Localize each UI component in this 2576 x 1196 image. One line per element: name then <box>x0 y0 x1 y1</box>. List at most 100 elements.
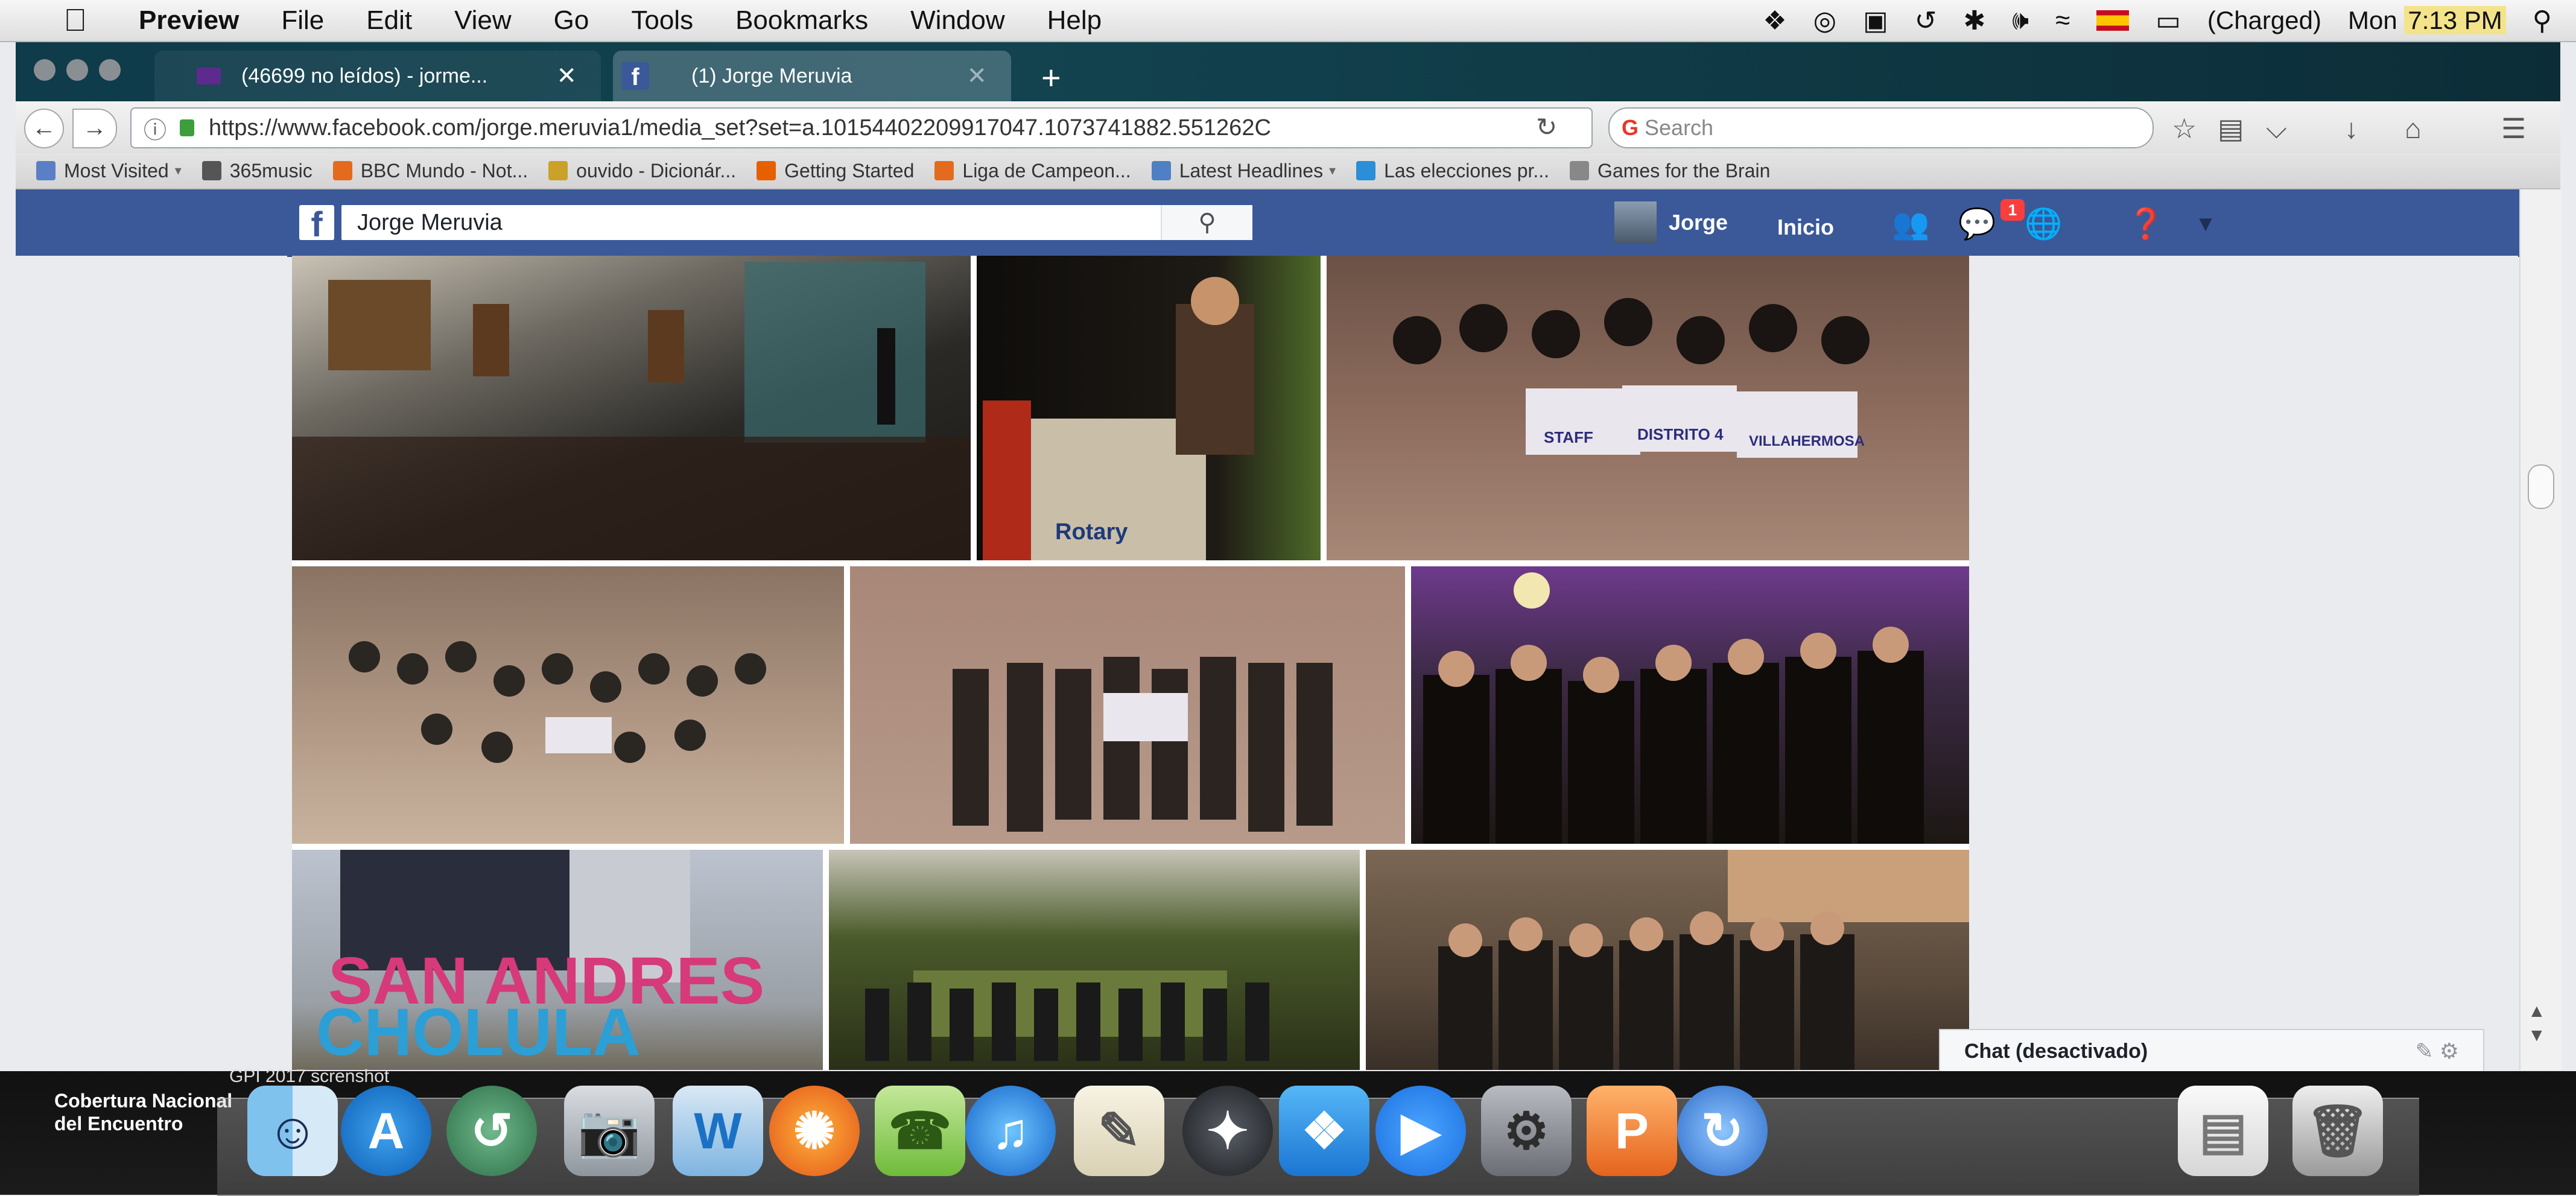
photo-auditorium[interactable] <box>292 256 971 560</box>
photo-arcade-group[interactable] <box>1366 850 1969 1070</box>
hamburger-menu-icon[interactable]: ☰ <box>2501 112 2526 145</box>
url-bar[interactable]: ⓘ https://www.facebook.com/jorge.meruvia… <box>130 107 1593 148</box>
app-store-icon[interactable]: A <box>341 1086 431 1176</box>
scrollbar[interactable] <box>2519 189 2562 1070</box>
finder-icon[interactable]: ☺ <box>247 1086 338 1176</box>
scroll-up-icon[interactable]: ▲ <box>2528 1001 2546 1022</box>
close-window-button[interactable] <box>34 59 56 81</box>
photo-group-banners[interactable]: STAFF DISTRITO 4 VILLAHERMOSA <box>1327 256 1969 560</box>
tab-facebook[interactable]: f (1) Jorge Meruvia ✕ <box>613 51 1011 101</box>
friend-requests-icon[interactable]: 👥 <box>1892 207 1929 240</box>
one-status-icon[interactable]: ▣ <box>1863 5 1888 36</box>
home-icon[interactable]: ⌂ <box>2405 112 2422 145</box>
bookmark-item[interactable]: Most Visited ▾ <box>36 160 182 182</box>
safari-compass-icon[interactable]: ✦ <box>1182 1086 1273 1176</box>
document-stack-icon[interactable]: ▤ <box>2178 1086 2268 1176</box>
back-button[interactable]: ← <box>24 109 64 148</box>
forward-button[interactable]: → <box>72 109 117 148</box>
photo-crowd-aerial[interactable] <box>292 566 844 844</box>
reader-list-icon[interactable]: ▤ <box>2218 112 2244 145</box>
profile-link[interactable]: Jorge <box>1614 201 1728 244</box>
zoom-window-button[interactable] <box>99 59 121 81</box>
record-status-icon[interactable]: ◎ <box>1813 5 1836 36</box>
photo-podium-speaker[interactable]: Rotary <box>977 256 1321 560</box>
time-machine-status-icon[interactable]: ↺ <box>1915 5 1937 36</box>
bookmark-item[interactable]: Latest Headlines ▾ <box>1151 160 1336 182</box>
tab-close-icon[interactable]: ✕ <box>556 62 577 90</box>
photo-night-group[interactable] <box>1411 566 1969 844</box>
download-icon[interactable]: ↓ <box>2344 112 2358 145</box>
scrollbar-thumb[interactable] <box>2528 464 2554 509</box>
reload-icon[interactable]: ↻ <box>1536 112 1557 142</box>
search-input[interactable]: G Search <box>1608 107 2154 148</box>
bookmark-item[interactable]: 365music <box>201 160 312 182</box>
menu-help[interactable]: Help <box>1047 5 1102 36</box>
bookmark-item[interactable]: Games for the Brain <box>1570 160 1770 182</box>
dropbox-icon[interactable]: ❖ <box>1279 1086 1369 1176</box>
trash-icon[interactable]: 🗑 <box>2292 1086 2383 1176</box>
notifications-globe-icon[interactable]: 🌐 <box>2025 207 2062 240</box>
menu-app-name[interactable]: Preview <box>139 5 239 36</box>
sync-app-icon[interactable]: ↻ <box>1677 1086 1768 1176</box>
phone-app-icon[interactable]: ☎ <box>875 1086 965 1176</box>
bookmark-item[interactable]: Las elecciones pr... <box>1356 160 1549 182</box>
clock[interactable]: Mon 7:13 PM <box>2348 6 2506 35</box>
desktop-file-label[interactable]: Cobertura Nacional del Encuentro <box>54 1089 235 1135</box>
bookmark-item[interactable]: ouvido - Dicionár... <box>548 160 736 182</box>
spotlight-search-icon[interactable]: ⚲ <box>2533 5 2552 36</box>
bookmark-star-icon[interactable]: ☆ <box>2172 112 2197 145</box>
itunes-icon[interactable]: ♫ <box>965 1086 1056 1176</box>
dropbox-status-icon[interactable]: ❖ <box>1763 5 1786 36</box>
powerpoint-app-icon[interactable]: P <box>1587 1086 1677 1176</box>
scroll-down-icon[interactable]: ▼ <box>2528 1025 2546 1046</box>
menu-window[interactable]: Window <box>910 5 1005 36</box>
bookmark-item[interactable]: BBC Mundo - Not... <box>332 160 528 182</box>
menu-go[interactable]: Go <box>554 5 589 36</box>
bookmark-favicon-icon <box>36 161 56 180</box>
textedit-icon[interactable]: ✎ <box>1074 1086 1164 1176</box>
wifi-icon[interactable]: ≈ <box>2055 5 2070 36</box>
chevron-down-icon[interactable]: ▾ <box>1329 163 1336 179</box>
pocket-icon[interactable]: ⌵ <box>2266 112 2287 146</box>
tab-close-icon[interactable]: ✕ <box>966 62 987 90</box>
messages-icon[interactable]: 💬 <box>1958 207 1996 240</box>
preview-icon[interactable]: 📷 <box>564 1086 655 1176</box>
zoom-app-icon[interactable]: ▶ <box>1375 1086 1466 1176</box>
gear-icon[interactable]: ⚙ <box>2440 1039 2459 1063</box>
facebook-logo-icon[interactable]: f <box>299 205 334 244</box>
menu-tools[interactable]: Tools <box>631 5 693 36</box>
minimize-window-button[interactable] <box>66 59 88 81</box>
help-icon[interactable]: ❓ <box>2127 207 2165 240</box>
photo-group-by-sign[interactable] <box>829 850 1360 1070</box>
spanish-flag-icon[interactable] <box>2096 10 2130 31</box>
word-app-icon[interactable]: W <box>673 1086 763 1176</box>
facebook-search-input[interactable] <box>356 209 1143 236</box>
menu-bookmarks[interactable]: Bookmarks <box>735 5 868 36</box>
photo-small-group-plaza[interactable] <box>850 566 1405 844</box>
chat-sidebar-toggle[interactable]: Chat (desactivado) ✎ ⚙ <box>1939 1029 2484 1074</box>
compose-icon[interactable]: ✎ <box>2416 1039 2434 1063</box>
new-tab-button[interactable]: + <box>1041 58 1061 97</box>
system-preferences-gear-icon[interactable]: ⚙ <box>1481 1086 1572 1176</box>
apple-icon[interactable]:  <box>54 2 97 39</box>
time-machine-icon[interactable]: ↺ <box>446 1086 537 1176</box>
search-icon[interactable]: ⚲ <box>1161 205 1252 240</box>
firefox-icon[interactable]: ✺ <box>769 1086 860 1176</box>
info-icon[interactable]: ⓘ <box>144 112 167 145</box>
home-link[interactable]: Inicio <box>1777 215 1834 240</box>
bluetooth-icon[interactable]: ✱ <box>1964 5 1986 36</box>
menu-view[interactable]: View <box>454 5 512 36</box>
desktop-file-label-2[interactable]: GPI 2017 screnshot <box>229 1066 389 1087</box>
menu-edit[interactable]: Edit <box>366 5 412 36</box>
podium-scene: Rotary <box>983 277 1254 560</box>
bookmark-item[interactable]: Getting Started <box>757 160 914 182</box>
chevron-down-icon[interactable]: ▾ <box>175 163 182 179</box>
facebook-search-box[interactable]: ⚲ <box>341 205 1252 240</box>
volume-icon[interactable]: 🕪 <box>2012 5 2029 36</box>
tab-mail[interactable]: (46699 no leídos) - jorme... ✕ <box>154 51 601 101</box>
account-menu-chevron-down-icon[interactable]: ▼ <box>2187 207 2224 240</box>
battery-icon[interactable]: ▭ <box>2156 5 2181 36</box>
photo-san-andres-sign[interactable]: SAN ANDRES CHOLULA <box>292 850 823 1070</box>
bookmark-item[interactable]: Liga de Campeon... <box>934 160 1131 182</box>
menu-file[interactable]: File <box>281 5 324 36</box>
